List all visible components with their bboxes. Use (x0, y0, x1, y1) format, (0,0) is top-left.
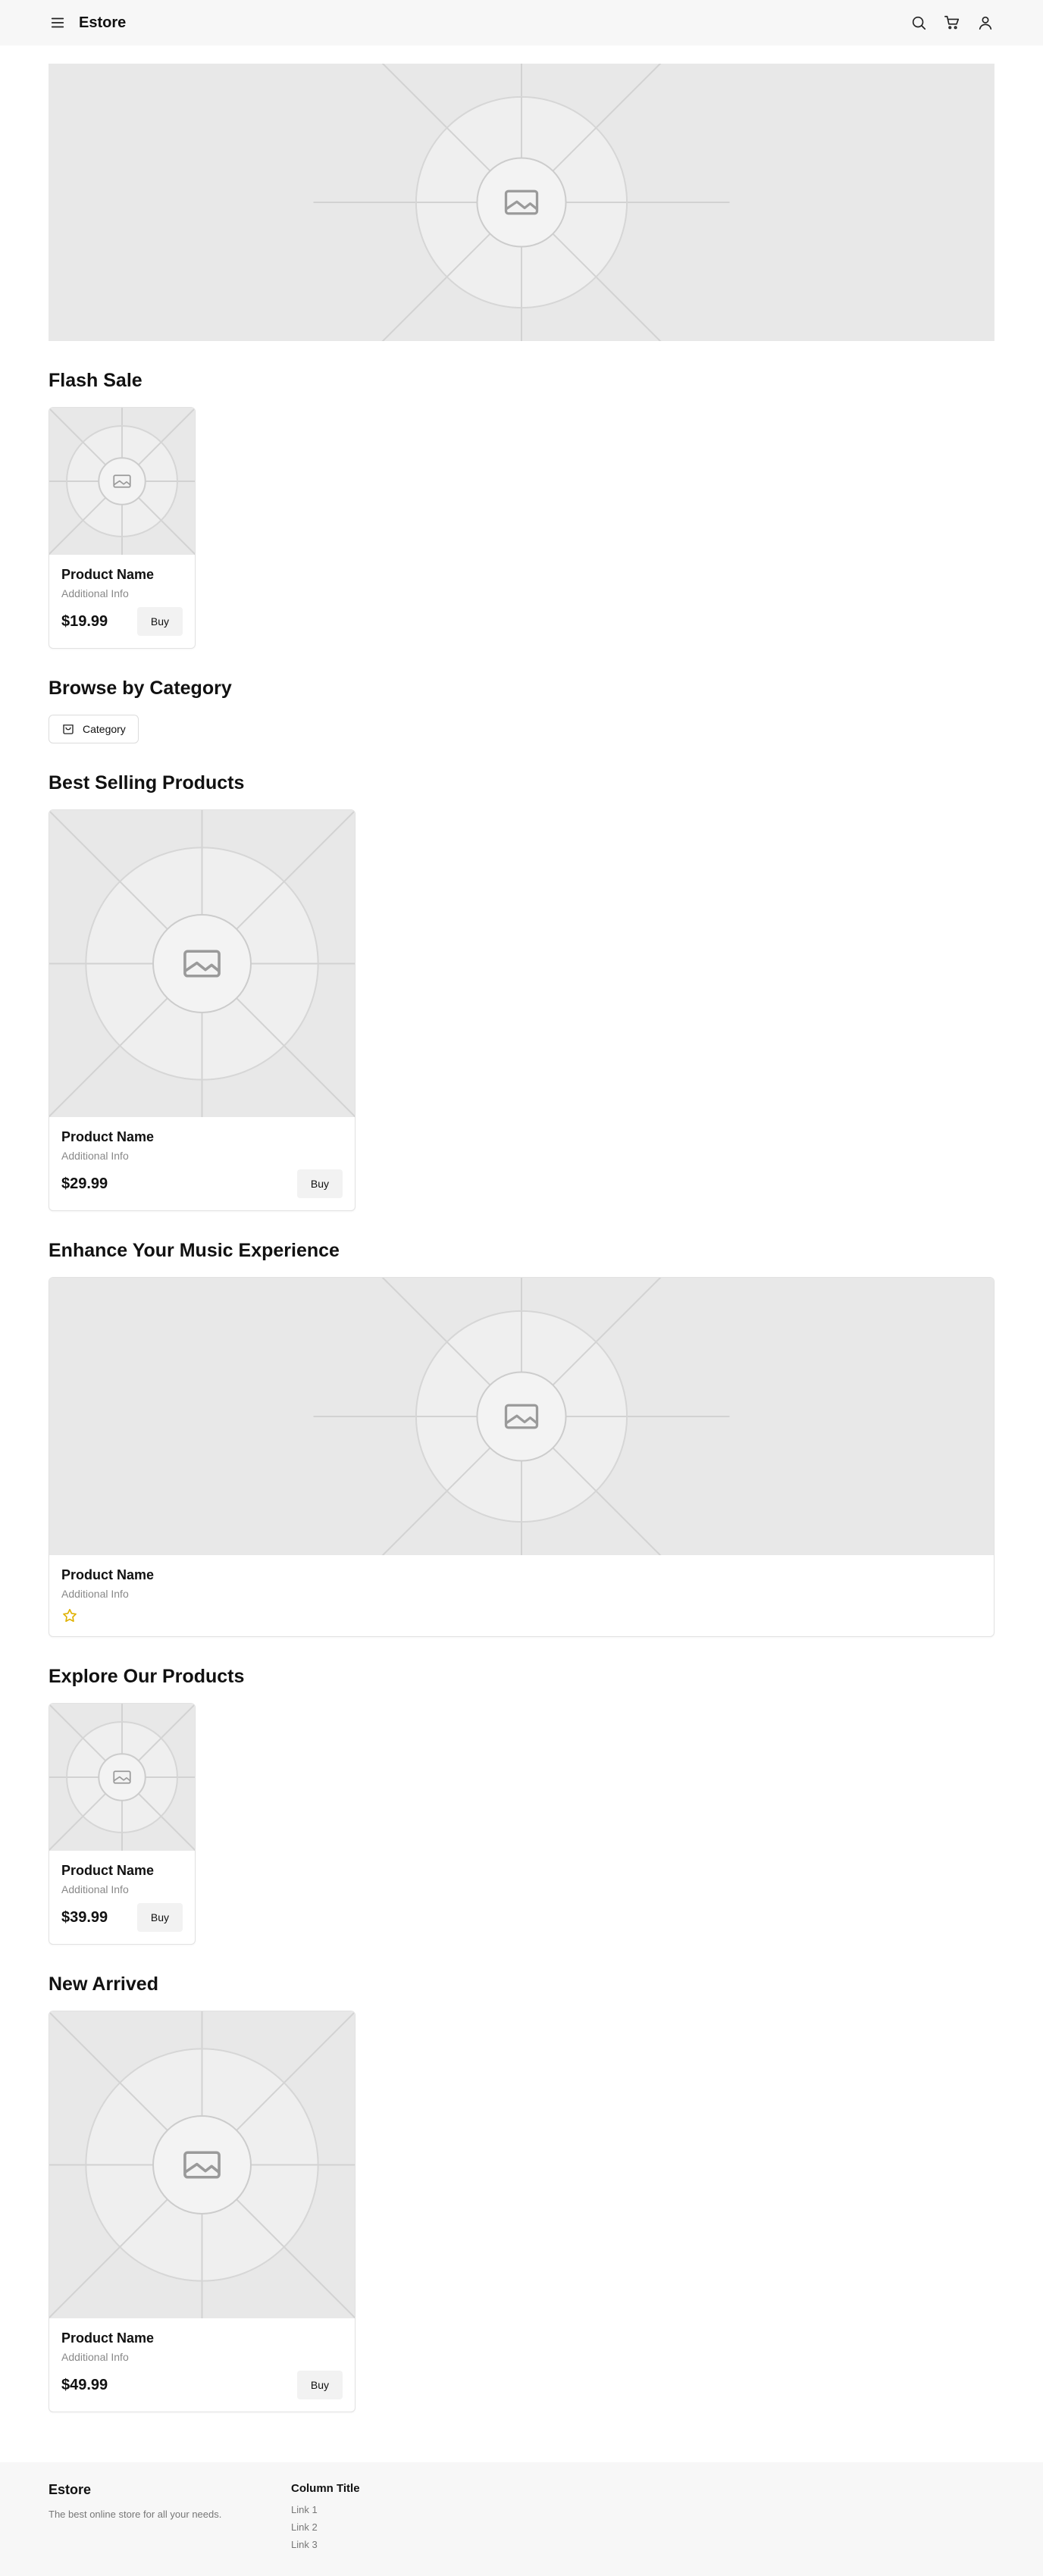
hero-banner-image[interactable] (49, 64, 994, 341)
product-card[interactable]: Product Name Additional Info $49.99 Buy (49, 2011, 355, 2412)
section-title-best-selling: Best Selling Products (49, 772, 245, 793)
product-info: Additional Info (61, 1588, 129, 1600)
section-title-explore: Explore Our Products (49, 1666, 245, 1687)
product-price: $49.99 (61, 2376, 108, 2393)
product-price: $19.99 (61, 612, 108, 630)
product-name[interactable]: Product Name (61, 2330, 343, 2346)
menu-icon[interactable] (49, 14, 67, 32)
footer-link-3[interactable]: Link 3 (291, 2539, 360, 2550)
product-price: $39.99 (61, 1908, 108, 1926)
product-card[interactable]: Product Name Additional Info $39.99 Buy (49, 1703, 196, 1945)
brand-logo[interactable]: Estore (79, 14, 126, 32)
star-icon[interactable] (61, 1607, 78, 1624)
product-info: Additional Info (61, 587, 129, 599)
category-button[interactable]: Category (49, 715, 139, 743)
product-name[interactable]: Product Name (61, 1863, 183, 1879)
section-title-music: Enhance Your Music Experience (49, 1240, 340, 1261)
footer-link-2[interactable]: Link 2 (291, 2521, 360, 2533)
footer-tagline: The best online store for all your needs… (49, 2509, 222, 2520)
product-card[interactable]: Product Name Additional Info $19.99 Buy (49, 407, 196, 649)
section-title-browse-category: Browse by Category (49, 678, 232, 699)
product-price: $29.99 (61, 1175, 108, 1192)
category-label: Category (83, 723, 126, 735)
top-navbar: Estore (0, 0, 1043, 45)
product-image[interactable] (49, 408, 195, 555)
product-image[interactable] (49, 2011, 355, 2318)
product-image[interactable] (49, 810, 355, 1117)
bag-icon (63, 725, 74, 734)
product-image[interactable] (49, 1704, 195, 1851)
footer-link-1[interactable]: Link 1 (291, 2504, 360, 2515)
footer: Estore The best online store for all you… (0, 2462, 1043, 2576)
product-info: Additional Info (61, 1150, 129, 1162)
buy-button[interactable]: Buy (136, 607, 183, 636)
product-name[interactable]: Product Name (61, 567, 183, 583)
buy-button[interactable]: Buy (296, 2371, 343, 2399)
footer-brand: Estore (49, 2482, 92, 2497)
footer-column-title: Column Title (291, 2482, 360, 2495)
search-icon[interactable] (910, 14, 928, 32)
product-name[interactable]: Product Name (61, 1567, 982, 1583)
user-icon[interactable] (976, 14, 994, 32)
section-title-new-arrived: New Arrived (49, 1973, 158, 1995)
product-info: Additional Info (61, 1883, 129, 1895)
product-card-wide[interactable]: Product Name Additional Info (49, 1277, 994, 1637)
product-name[interactable]: Product Name (61, 1129, 343, 1145)
buy-button[interactable]: Buy (136, 1903, 183, 1932)
product-info: Additional Info (61, 2351, 129, 2363)
section-title-flash-sale: Flash Sale (49, 370, 143, 391)
cart-icon[interactable] (943, 14, 961, 32)
buy-button[interactable]: Buy (296, 1169, 343, 1198)
product-card[interactable]: Product Name Additional Info $29.99 Buy (49, 809, 355, 1211)
product-image[interactable] (49, 1278, 994, 1555)
